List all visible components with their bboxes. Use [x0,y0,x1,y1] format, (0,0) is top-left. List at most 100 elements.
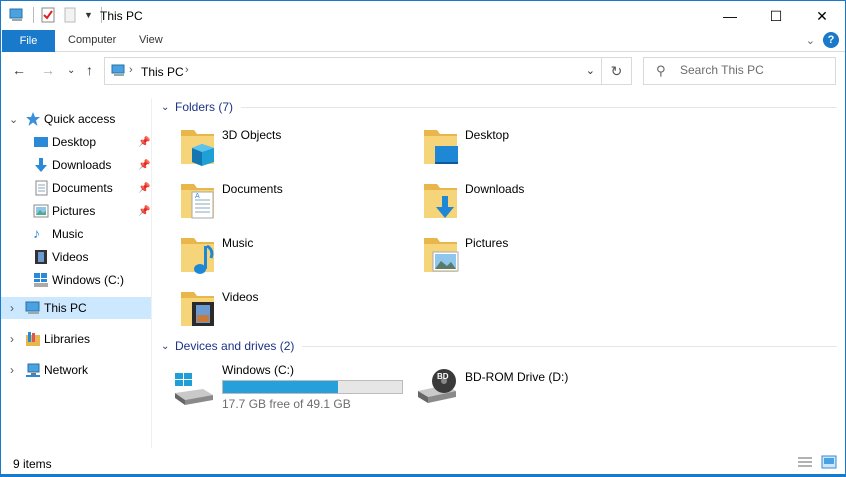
chevron-down-icon[interactable]: ⌄ [9,113,18,126]
drive-usage-fill [223,381,338,393]
properties-icon[interactable] [40,7,56,23]
chevron-down-icon[interactable]: ⌄ [161,341,173,352]
folder-name: Documents [222,182,283,196]
pin-icon[interactable]: 📌 [138,206,150,217]
nav-item-libraries[interactable]: › Libraries [1,328,151,350]
pc-icon [25,300,41,316]
pc-icon [111,64,127,81]
nav-label: Pictures [52,204,96,218]
folder-3d-objects[interactable]: 3D Objects [180,126,410,176]
folder-name: 3D Objects [222,128,282,142]
tab-file[interactable]: File [2,30,55,52]
libraries-icon [25,331,41,347]
optical-drive-icon: BD [418,369,456,403]
up-button[interactable]: ↑ [86,62,93,78]
nav-quick-access[interactable]: ⌄ Quick access [1,108,151,130]
folder-name: Desktop [465,128,510,142]
chevron-right-icon[interactable]: › [185,64,189,76]
pin-icon[interactable]: 📌 [138,160,150,171]
new-folder-icon[interactable] [62,7,78,23]
svg-text:A: A [195,193,200,200]
quick-access-toolbar: ▼ [9,7,102,23]
back-button[interactable]: ← [12,62,26,78]
network-icon [25,362,41,378]
nav-label: Music [52,227,84,241]
address-bar[interactable]: › This PC › ⌄ ↻ [104,57,632,85]
nav-item-pictures[interactable]: Pictures 📌 [1,200,151,222]
desktop-folder-icon [424,130,458,164]
recent-locations-button[interactable]: ⌄ [67,65,75,76]
details-view-icon[interactable] [797,455,813,469]
expand-ribbon-icon[interactable]: ⌄ [806,34,815,47]
documents-folder-icon: A [181,184,214,219]
tab-computer[interactable]: Computer [68,34,116,46]
maximize-button[interactable]: ☐ [753,1,799,31]
nav-item-desktop[interactable]: Desktop 📌 [1,131,151,153]
search-icon: ⚲ [656,63,666,78]
minimize-button[interactable]: — [707,1,753,31]
refresh-button[interactable]: ↻ [601,58,631,84]
help-icon[interactable]: ? [823,32,839,48]
folder-documents[interactable]: A Documents [180,180,410,230]
folders-group-header[interactable]: ⌄ Folders (7) [161,100,837,114]
folder-name: Music [222,236,254,250]
folder-videos[interactable]: Videos [180,288,410,338]
folder-pictures[interactable]: Pictures [423,234,653,284]
film-icon [33,249,49,265]
nav-item-videos[interactable]: Videos [1,246,151,268]
chevron-down-icon[interactable]: ⌄ [586,64,595,77]
window-title: This PC [100,9,143,23]
forward-button[interactable]: → [41,62,55,78]
chevron-right-icon[interactable]: › [10,332,14,346]
nav-item-this-pc[interactable]: › This PC [1,297,151,319]
divider [151,98,152,448]
folder-music[interactable]: Music [180,234,410,284]
folder-name: Pictures [465,236,509,250]
nav-label: Downloads [52,158,112,172]
folder-name: Downloads [465,182,525,196]
drive-windows-c[interactable]: Windows (C:) 17.7 GB free of 49.1 GB [173,363,408,411]
pin-icon[interactable]: 📌 [138,183,150,194]
music-folder-icon [181,238,214,274]
explorer-window: ▼ This PC — ☐ ✕ File Computer View ⌄ ? ←… [0,0,846,477]
nav-item-music[interactable]: ♪ Music [1,223,151,245]
drive-icon [33,272,49,288]
divider [302,345,837,347]
group-title: Devices and drives (2) [175,339,295,353]
close-button[interactable]: ✕ [799,1,845,31]
chevron-right-icon[interactable]: › [129,64,133,76]
pin-icon[interactable]: 📌 [138,137,150,148]
drive-name: BD-ROM Drive (D:) [465,370,569,384]
customize-toolbar-icon[interactable]: ▼ [84,10,93,20]
pc-icon [9,7,25,23]
nav-item-windows-c[interactable]: Windows (C:) [1,269,151,291]
drive-bd-rom-d[interactable]: BD BD-ROM Drive (D:) [416,363,596,411]
search-input[interactable] [680,63,830,77]
nav-label: Libraries [44,332,91,346]
window-controls: — ☐ ✕ [707,1,845,31]
chevron-down-icon[interactable]: ⌄ [161,102,173,113]
chevron-right-icon[interactable]: › [10,301,14,315]
divider [241,106,837,108]
drive-free-space: 17.7 GB free of 49.1 GB [222,397,351,411]
breadcrumb[interactable]: This PC [141,65,184,79]
large-icons-view-icon[interactable] [821,455,837,469]
nav-label: Videos [52,250,89,264]
chevron-right-icon[interactable]: › [10,363,14,377]
tab-view[interactable]: View [139,34,163,46]
folder-downloads[interactable]: Downloads [423,180,653,230]
nav-item-downloads[interactable]: Downloads 📌 [1,154,151,176]
drives-group-header[interactable]: ⌄ Devices and drives (2) [161,339,837,353]
nav-label: This PC [44,301,87,315]
videos-folder-icon [181,292,214,326]
nav-item-network[interactable]: › Network [1,359,151,381]
nav-label: Documents [52,181,113,195]
drive-name: Windows (C:) [222,363,295,377]
ribbon-right: ⌄ ? [806,32,839,48]
folder-desktop[interactable]: Desktop [423,126,653,176]
search-box[interactable]: ⚲ [643,57,836,85]
star-icon [25,111,41,127]
pictures-icon [33,203,49,219]
3d-objects-folder-icon [181,130,214,166]
nav-item-documents[interactable]: Documents 📌 [1,177,151,199]
